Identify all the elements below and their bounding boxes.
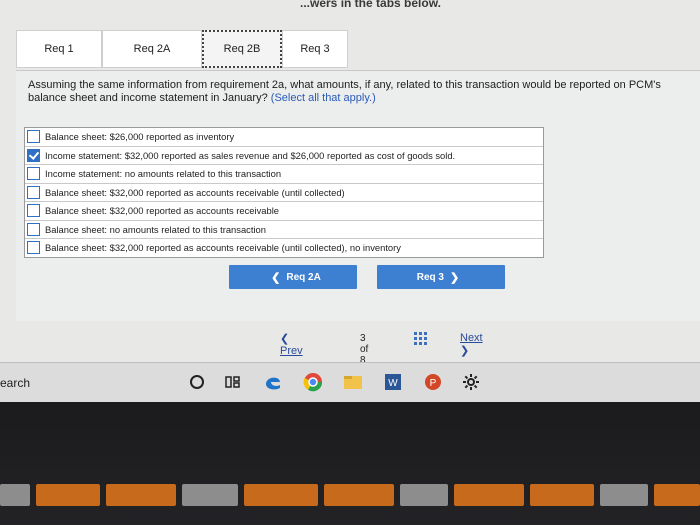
option-label: Balance sheet: $32,000 reported as accou… xyxy=(45,242,401,254)
checkbox[interactable] xyxy=(27,185,40,199)
tab-req-2a[interactable]: Req 2A xyxy=(102,30,202,68)
browser-screen: ...wers in the tabs below. Req 1 Req 2A … xyxy=(0,0,700,362)
next-req-button[interactable]: Req 3 ❯ xyxy=(377,265,505,289)
question-panel: Assuming the same information from requi… xyxy=(16,70,700,321)
question-text: Assuming the same information from requi… xyxy=(28,79,698,105)
chevron-right-icon: ❯ xyxy=(450,271,460,284)
option-row[interactable]: Income statement: $32,000 reported as sa… xyxy=(25,147,543,165)
keyboard-key xyxy=(454,484,524,506)
chrome-icon[interactable] xyxy=(302,371,324,393)
edge-browser-icon[interactable] xyxy=(262,371,284,393)
question-count: 3 of 8 xyxy=(360,333,369,362)
keyboard-key xyxy=(654,484,700,506)
file-explorer-icon[interactable] xyxy=(342,371,364,393)
prev-req-button[interactable]: ❮ Req 2A xyxy=(229,265,357,289)
answer-options: Balance sheet: $26,000 reported as inven… xyxy=(24,127,544,258)
tab-label: Req 2B xyxy=(223,43,261,55)
option-label: Balance sheet: no amounts related to thi… xyxy=(45,223,266,235)
task-view-icon[interactable] xyxy=(222,371,244,393)
keyboard-key xyxy=(0,484,30,506)
cortana-icon[interactable] xyxy=(186,371,208,393)
keyboard-key xyxy=(244,484,318,506)
checkbox-checked[interactable] xyxy=(27,148,40,162)
grid-icon[interactable] xyxy=(414,332,428,346)
tab-req-3[interactable]: Req 3 xyxy=(282,30,348,68)
prev-question-label: Prev xyxy=(280,345,303,357)
keyboard-key xyxy=(400,484,448,506)
option-row[interactable]: Balance sheet: no amounts related to thi… xyxy=(25,221,543,239)
taskbar-search[interactable]: earch xyxy=(0,376,30,390)
next-question-button[interactable]: Next ❯ xyxy=(460,332,483,357)
option-label: Balance sheet: $32,000 reported as accou… xyxy=(45,186,345,198)
checkbox[interactable] xyxy=(27,241,40,255)
svg-text:P: P xyxy=(430,378,437,389)
powerpoint-icon[interactable]: P xyxy=(422,371,444,393)
checkbox[interactable] xyxy=(27,167,40,181)
option-row[interactable]: Income statement: no amounts related to … xyxy=(25,165,543,184)
tab-req-2b[interactable]: Req 2B xyxy=(202,30,282,68)
keyboard-row xyxy=(0,484,700,514)
checkbox[interactable] xyxy=(27,222,40,236)
next-question-label: Next xyxy=(460,332,483,344)
chevron-left-icon: ❮ xyxy=(271,271,281,284)
keyboard-key xyxy=(36,484,100,506)
prev-question-button[interactable]: ❮ Prev xyxy=(280,332,303,357)
checkbox[interactable] xyxy=(27,130,40,144)
option-label: Balance sheet: $26,000 reported as inven… xyxy=(45,131,235,143)
instruction-text: ...wers in the tabs below. xyxy=(300,0,441,10)
checkbox[interactable] xyxy=(27,204,40,218)
keyboard-key xyxy=(182,484,238,506)
tab-label: Req 2A xyxy=(133,43,171,55)
settings-gear-icon[interactable] xyxy=(460,371,482,393)
svg-text:W: W xyxy=(388,378,398,389)
option-label: Income statement: $32,000 reported as sa… xyxy=(45,149,456,161)
chevron-left-icon: ❮ xyxy=(280,333,290,345)
chevron-right-icon: ❯ xyxy=(460,345,470,357)
tab-req-1[interactable]: Req 1 xyxy=(16,30,102,68)
tab-label: Req 1 xyxy=(44,43,74,55)
keyboard-key xyxy=(106,484,176,506)
question-hint: (Select all that apply.) xyxy=(270,92,376,104)
option-row[interactable]: Balance sheet: $32,000 reported as accou… xyxy=(25,202,543,221)
windows-taskbar: earch W P xyxy=(0,362,700,403)
prev-req-label: Req 2A xyxy=(286,271,321,283)
keyboard-key xyxy=(600,484,648,506)
option-row[interactable]: Balance sheet: $32,000 reported as accou… xyxy=(25,239,543,257)
option-row[interactable]: Balance sheet: $32,000 reported as accou… xyxy=(25,184,543,202)
option-row[interactable]: Balance sheet: $26,000 reported as inven… xyxy=(25,128,543,147)
keyboard-key xyxy=(324,484,394,506)
next-req-label: Req 3 xyxy=(416,271,444,283)
tab-label: Req 3 xyxy=(300,43,330,55)
word-icon[interactable]: W xyxy=(382,371,404,393)
keyboard-key xyxy=(530,484,594,506)
option-label: Income statement: no amounts related to … xyxy=(45,168,282,180)
option-label: Balance sheet: $32,000 reported as accou… xyxy=(45,205,280,217)
